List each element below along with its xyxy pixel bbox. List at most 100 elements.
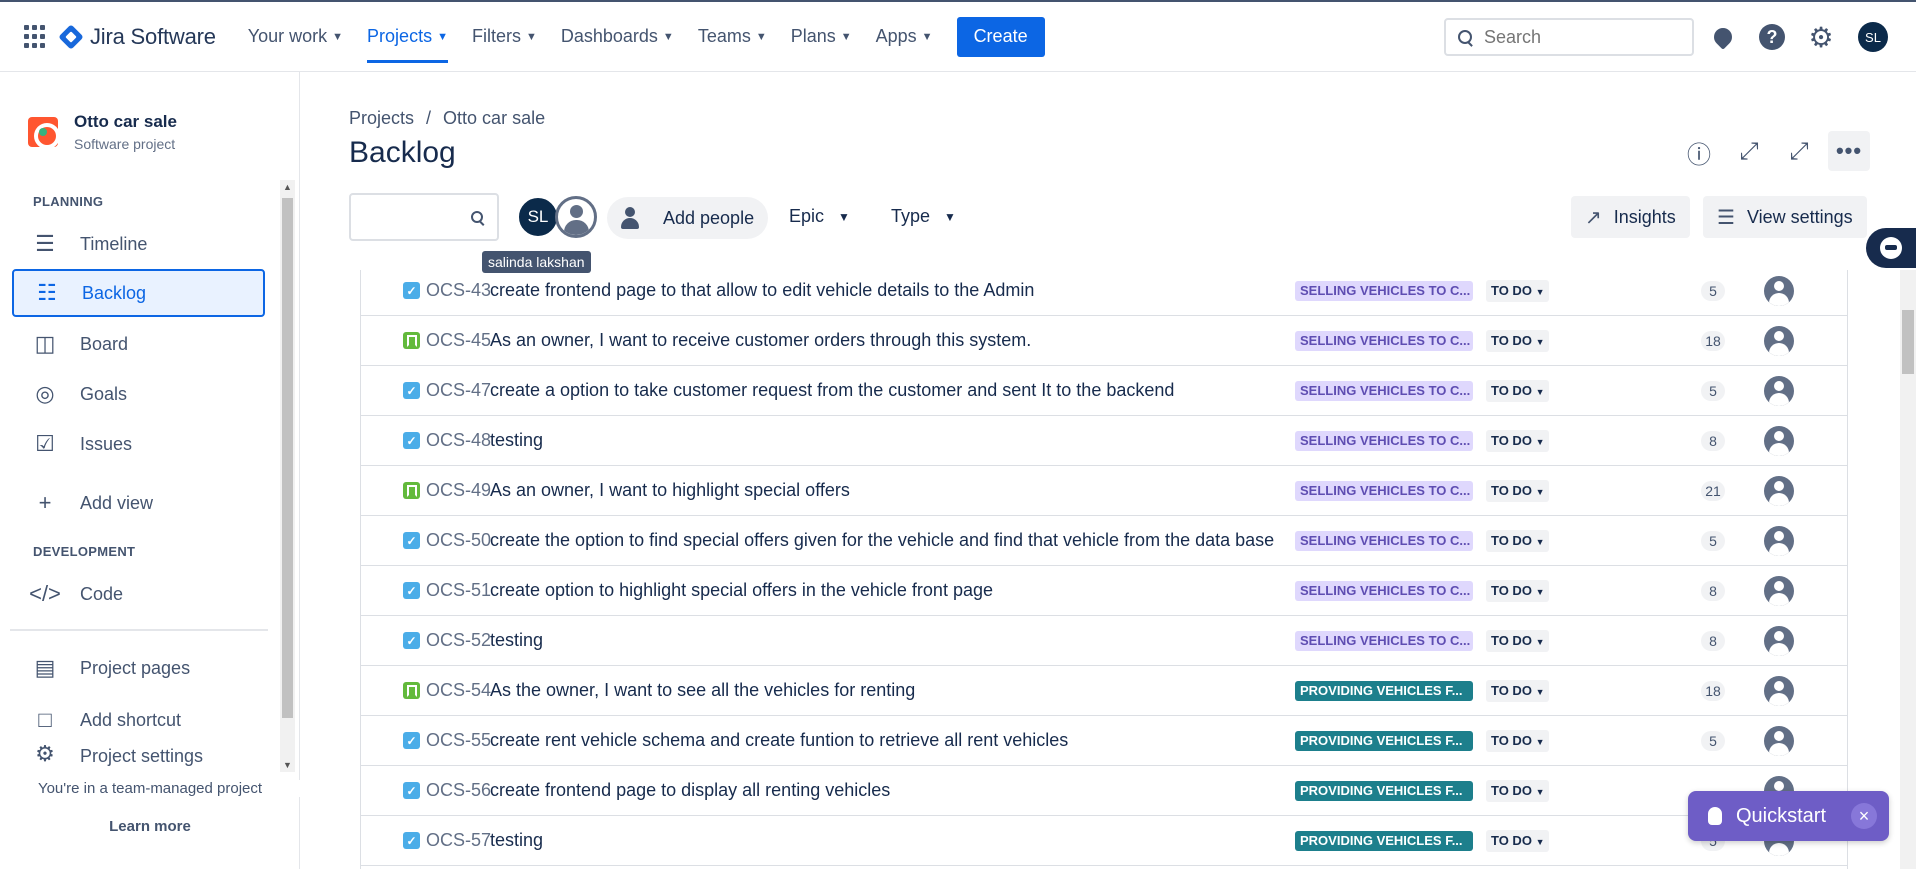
epic-lozenge[interactable]: SELLING VEHICLES TO C... <box>1295 330 1473 351</box>
learn-more-link[interactable]: Learn more <box>0 818 300 835</box>
epic-lozenge[interactable]: SELLING VEHICLES TO C... <box>1295 480 1473 501</box>
avatar-filter-sl[interactable]: SL <box>517 196 559 238</box>
assignee-avatar[interactable] <box>1764 425 1794 456</box>
issue-summary[interactable]: create the option to find special offers… <box>490 530 1274 551</box>
table-row[interactable]: ✓ OCS-51 create option to highlight specia… <box>361 566 1847 616</box>
add-view-button[interactable]: + Add view <box>12 479 265 527</box>
breadcrumb-projects[interactable]: Projects <box>349 108 414 128</box>
nav-teams[interactable]: Teams ▼ <box>698 1 767 73</box>
issue-summary[interactable]: testing <box>490 830 543 851</box>
issue-key[interactable]: OCS-52 <box>426 630 491 651</box>
issue-summary[interactable]: create frontend page to display all rent… <box>490 780 890 801</box>
issue-summary[interactable]: create a option to take customer request… <box>490 380 1174 401</box>
assistant-bot-button[interactable] <box>1866 228 1916 268</box>
issue-summary[interactable]: testing <box>490 630 543 651</box>
nav-dashboards[interactable]: Dashboards ▼ <box>561 1 674 73</box>
project-header[interactable]: Otto car sale Software project <box>28 112 177 152</box>
add-people-button[interactable]: Add people <box>607 197 769 239</box>
status-dropdown[interactable]: TO DO ▼ <box>1486 379 1550 402</box>
table-row[interactable]: ✓ OCS-57 testing PROVIDING VEHICLES F... TO … <box>361 816 1847 866</box>
story-points-badge[interactable]: 18 <box>1701 680 1725 701</box>
epic-filter-dropdown[interactable]: Epic ▼ <box>789 206 850 227</box>
jira-logo[interactable]: Jira Software <box>58 24 216 50</box>
epic-lozenge[interactable]: SELLING VEHICLES TO C... <box>1295 380 1473 401</box>
expand-icon[interactable]: ⤢ <box>1785 138 1813 166</box>
table-row[interactable]: ✓ OCS-52 testing SELLING VEHICLES TO C... TO… <box>361 616 1847 666</box>
sidebar-item-board[interactable]: ◫ Board <box>12 320 265 368</box>
story-points-badge[interactable]: 5 <box>1701 730 1725 751</box>
sidebar-item-project-settings[interactable]: ⚙ Project settings <box>12 745 265 767</box>
view-settings-button[interactable]: ☰ View settings <box>1703 196 1867 238</box>
story-points-badge[interactable]: 5 <box>1701 530 1725 551</box>
close-icon[interactable]: × <box>1851 803 1877 829</box>
epic-lozenge[interactable]: SELLING VEHICLES TO C... <box>1295 630 1473 651</box>
table-row[interactable]: ✓ OCS-47 create a option to take customer … <box>361 366 1847 416</box>
main-scroll-thumb[interactable] <box>1902 310 1914 374</box>
nav-plans[interactable]: Plans ▼ <box>791 1 852 73</box>
nav-projects[interactable]: Projects ▼ <box>367 1 448 73</box>
issue-summary[interactable]: As the owner, I want to see all the vehi… <box>490 680 915 701</box>
issue-summary[interactable]: testing <box>490 430 543 451</box>
notifications-button[interactable] <box>1710 24 1736 50</box>
status-dropdown[interactable]: TO DO ▼ <box>1486 529 1550 552</box>
create-button[interactable]: Create <box>956 16 1045 57</box>
assignee-avatar[interactable] <box>1764 725 1794 756</box>
story-points-badge[interactable]: 8 <box>1701 580 1725 601</box>
issue-key[interactable]: OCS-48 <box>426 430 491 451</box>
search-input[interactable] <box>1484 26 1684 48</box>
global-search[interactable] <box>1444 18 1694 56</box>
table-row[interactable]: ✓ OCS-50 create the option to find special… <box>361 516 1847 566</box>
issue-key[interactable]: OCS-55 <box>426 730 491 751</box>
share-icon[interactable]: ⤢ <box>1735 138 1763 166</box>
assignee-avatar[interactable] <box>1764 275 1794 306</box>
issue-key[interactable]: OCS-51 <box>426 580 491 601</box>
quickstart-button[interactable]: Quickstart × <box>1688 791 1889 841</box>
sidebar-item-add-shortcut[interactable]: □ Add shortcut <box>12 696 265 744</box>
user-avatar[interactable]: SL <box>1858 22 1888 52</box>
issue-key[interactable]: OCS-56 <box>426 780 491 801</box>
table-row[interactable]: OCS-54 As the owner, I want to see all th… <box>361 666 1847 716</box>
sidebar-scroll-thumb[interactable] <box>282 198 293 718</box>
status-dropdown[interactable]: TO DO ▼ <box>1486 279 1550 302</box>
backlog-search-input[interactable] <box>349 193 499 241</box>
issue-key[interactable]: OCS-47 <box>426 380 491 401</box>
status-dropdown[interactable]: TO DO ▼ <box>1486 479 1550 502</box>
table-row[interactable]: ✓ OCS-48 testing SELLING VEHICLES TO C... TO… <box>361 416 1847 466</box>
issue-key[interactable]: OCS-54 <box>426 680 491 701</box>
story-points-badge[interactable]: 8 <box>1701 630 1725 651</box>
breadcrumb-project[interactable]: Otto car sale <box>443 108 545 128</box>
issue-summary[interactable]: create rent vehicle schema and create fu… <box>490 730 1068 751</box>
help-button[interactable]: ? <box>1759 24 1785 50</box>
sidebar-item-project-pages[interactable]: ▤ Project pages <box>12 644 265 692</box>
sidebar-item-goals[interactable]: ◎ Goals <box>12 370 265 418</box>
issue-key[interactable]: OCS-43 <box>426 280 491 301</box>
epic-lozenge[interactable]: PROVIDING VEHICLES F... <box>1295 830 1473 851</box>
table-row[interactable]: OCS-45 As an owner, I want to receive cus… <box>361 316 1847 366</box>
sidebar-item-issues[interactable]: ☑ Issues <box>12 420 265 468</box>
assignee-avatar[interactable] <box>1764 525 1794 556</box>
epic-lozenge[interactable]: PROVIDING VEHICLES F... <box>1295 730 1473 751</box>
epic-lozenge[interactable]: PROVIDING VEHICLES F... <box>1295 780 1473 801</box>
status-dropdown[interactable]: TO DO ▼ <box>1486 329 1550 352</box>
issue-key[interactable]: OCS-50 <box>426 530 491 551</box>
settings-button[interactable]: ⚙ <box>1808 22 1834 53</box>
epic-lozenge[interactable]: SELLING VEHICLES TO C... <box>1295 280 1473 301</box>
assignee-avatar[interactable] <box>1764 375 1794 406</box>
assignee-avatar[interactable] <box>1764 625 1794 656</box>
issue-key[interactable]: OCS-45 <box>426 330 491 351</box>
nav-your-work[interactable]: Your work ▼ <box>248 1 343 73</box>
story-points-badge[interactable]: 18 <box>1701 330 1725 351</box>
issue-summary[interactable]: As an owner, I want to receive customer … <box>490 330 1031 351</box>
status-dropdown[interactable]: TO DO ▼ <box>1486 629 1550 652</box>
avatar-filter-unassigned[interactable] <box>555 196 597 238</box>
type-filter-dropdown[interactable]: Type ▼ <box>891 206 956 227</box>
assignee-avatar[interactable] <box>1764 575 1794 606</box>
issue-summary[interactable]: As an owner, I want to highlight special… <box>490 480 850 501</box>
table-row[interactable]: ✓ OCS-43 create frontend page to that allo… <box>361 270 1847 316</box>
assignee-avatar[interactable] <box>1764 475 1794 506</box>
sidebar-item-backlog[interactable]: ☷ Backlog <box>12 269 265 317</box>
issue-summary[interactable]: create option to highlight special offer… <box>490 580 993 601</box>
status-dropdown[interactable]: TO DO ▼ <box>1486 579 1550 602</box>
epic-lozenge[interactable]: SELLING VEHICLES TO C... <box>1295 530 1473 551</box>
table-row[interactable]: ✓ OCS-56 create frontend page to display a… <box>361 766 1847 816</box>
